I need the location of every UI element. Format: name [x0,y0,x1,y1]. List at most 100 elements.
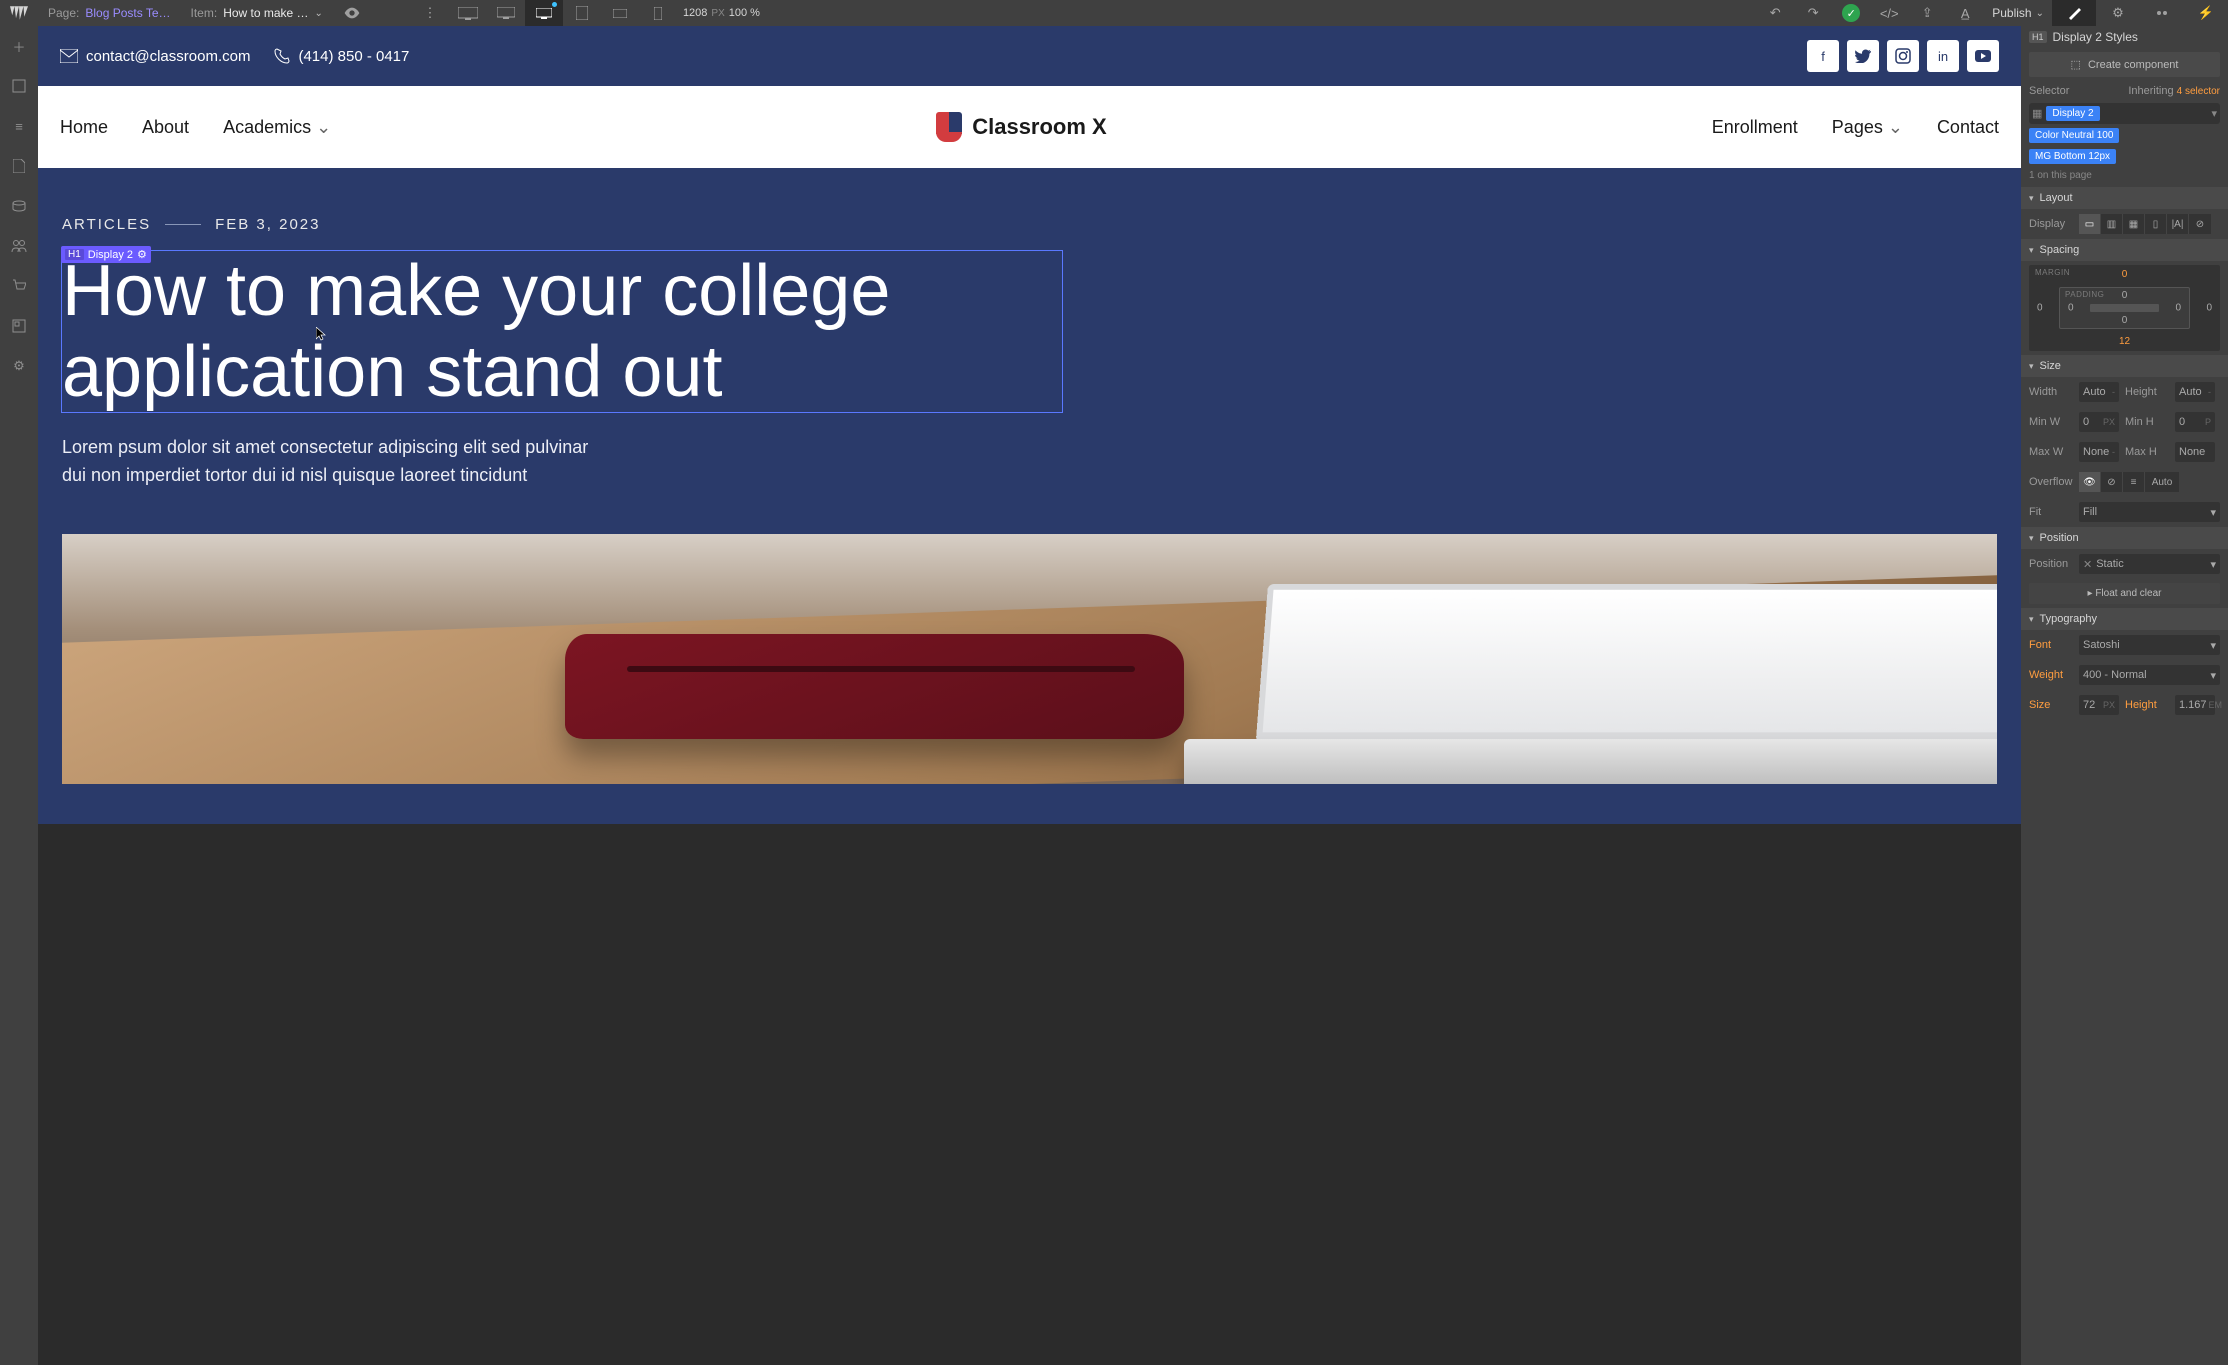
zoom-level[interactable]: 100 % [729,7,760,19]
class-selector-input[interactable]: ▦ Display 2 ▾ [2029,103,2220,124]
padding-right[interactable]: 0 [2175,303,2181,314]
share-icon[interactable]: ⇪ [1908,0,1946,26]
section-spacing[interactable]: Spacing [2021,239,2228,261]
chevron-down-icon[interactable]: ▾ [2211,107,2217,120]
display-inlineblock-icon[interactable]: ▯ [2145,214,2167,234]
youtube-icon[interactable] [1967,40,1999,72]
float-clear-toggle[interactable]: ▸ Float and clear [2029,583,2220,604]
font-size-input[interactable]: 72PX [2079,695,2119,715]
class-chip-extra[interactable]: MG Bottom 12px [2029,149,2116,164]
nav-link-enrollment[interactable]: Enrollment [1712,117,1798,138]
breakpoint-mobile-icon[interactable] [639,0,677,26]
redo-icon[interactable]: ↷ [1794,0,1832,26]
viewport-width[interactable]: 1208 [683,7,707,19]
instagram-icon[interactable] [1887,40,1919,72]
breakpoint-base-icon[interactable] [525,0,563,26]
interactions-tab-icon[interactable] [2140,0,2184,26]
twitter-icon[interactable] [1847,40,1879,72]
canvas[interactable]: contact@classroom.com (414) 850 - 0417 f… [38,26,2021,1365]
code-export-icon[interactable]: </> [1870,0,1908,26]
fit-select[interactable]: Fill▾ [2079,502,2220,522]
overflow-hidden-icon[interactable]: ⊘ [2101,472,2123,492]
display-flex-icon[interactable]: ▥ [2101,214,2123,234]
section-layout[interactable]: Layout [2021,187,2228,209]
settings-tab-icon[interactable]: ⚙ [2096,0,2140,26]
publish-button[interactable]: Publish ⌄ [1984,6,2052,20]
facebook-icon[interactable]: f [1807,40,1839,72]
margin-left[interactable]: 0 [2037,303,2043,314]
breakpoint-xl-icon[interactable] [449,0,487,26]
section-size[interactable]: Size [2021,355,2228,377]
symbols-icon[interactable] [0,66,38,106]
audit-icon[interactable]: A̲ [1946,0,1984,26]
display-inline-icon[interactable]: |A| [2167,214,2189,234]
weight-select[interactable]: 400 - Normal▾ [2079,665,2220,685]
spacing-diagram[interactable]: MARGIN 0 0 12 0 PADDING 0 0 0 0 [2029,265,2220,351]
padding-left[interactable]: 0 [2068,303,2074,314]
ecommerce-icon[interactable] [0,266,38,306]
overflow-visible-icon[interactable]: 👁 [2079,472,2101,492]
class-chip-extra[interactable]: Color Neutral 100 [2029,128,2119,143]
display-none-icon[interactable]: ⊘ [2189,214,2211,234]
maxh-input[interactable]: None [2175,442,2215,462]
section-typography[interactable]: Typography [2021,608,2228,630]
margin-top[interactable]: 0 [2122,269,2128,280]
nav-dropdown-pages[interactable]: Pages [1832,117,1903,138]
project-settings-icon[interactable]: ⚙ [0,346,38,386]
selector-state-icon[interactable]: ▦ [2032,107,2042,120]
selection-tag[interactable]: H1 Display 2 ⚙ [61,246,151,263]
position-select[interactable]: ✕ Static▾ [2079,554,2220,574]
effects-tab-icon[interactable]: ⚡ [2184,0,2228,26]
undo-icon[interactable]: ↶ [1756,0,1794,26]
item-name-dropdown[interactable]: How to make … [223,6,308,20]
hero-image[interactable] [62,534,1997,784]
webflow-logo[interactable] [0,0,38,26]
display-block-icon[interactable]: ▭ [2079,214,2101,234]
breakpoint-lg-icon[interactable] [487,0,525,26]
nav-link-home[interactable]: Home [60,117,108,138]
hero-subtitle-line1[interactable]: Lorem psum dolor sit amet consectetur ad… [62,437,588,457]
minw-input[interactable]: 0PX [2079,412,2119,432]
hero-category[interactable]: ARTICLES [62,216,151,233]
brand-logo[interactable]: Classroom X [936,112,1107,142]
minh-input[interactable]: 0P [2175,412,2215,432]
overflow-auto-button[interactable]: Auto [2145,472,2179,492]
add-element-icon[interactable]: ＋ [0,26,38,66]
nav-link-about[interactable]: About [142,117,189,138]
display-grid-icon[interactable]: ▦ [2123,214,2145,234]
status-ok-icon[interactable]: ✓ [1832,0,1870,26]
assets-icon[interactable] [0,306,38,346]
style-tab-icon[interactable] [2052,0,2096,26]
linkedin-icon[interactable]: in [1927,40,1959,72]
nav-dropdown-academics[interactable]: Academics [223,117,331,138]
breakpoint-mobile-landscape-icon[interactable] [601,0,639,26]
overflow-scroll-icon[interactable]: ≡ [2123,472,2145,492]
font-select[interactable]: Satoshi▾ [2079,635,2220,655]
kebab-menu-icon[interactable] [411,0,449,26]
breakpoint-tablet-icon[interactable] [563,0,601,26]
width-input[interactable]: Auto- [2079,382,2119,402]
margin-right[interactable]: 0 [2206,303,2212,314]
height-input[interactable]: Auto- [2175,382,2215,402]
gear-icon[interactable]: ⚙ [137,248,147,261]
margin-bottom[interactable]: 12 [2119,336,2130,347]
maxw-input[interactable]: None- [2079,442,2119,462]
padding-top[interactable]: 0 [2122,290,2128,301]
hero-title[interactable]: How to make your college application sta… [62,251,1062,412]
padding-bottom[interactable]: 0 [2122,315,2128,326]
class-chip-primary[interactable]: Display 2 [2046,106,2099,121]
contact-phone[interactable]: (414) 850 - 0417 [274,48,409,65]
users-icon[interactable] [0,226,38,266]
cms-icon[interactable] [0,186,38,226]
section-position[interactable]: Position [2021,527,2228,549]
pages-icon[interactable] [0,146,38,186]
page-name-dropdown[interactable]: Blog Posts Te… [85,6,170,20]
chevron-down-icon[interactable]: ⌄ [315,8,323,19]
navigator-icon[interactable]: ≡ [0,106,38,146]
nav-link-contact[interactable]: Contact [1937,117,1999,138]
on-page-count[interactable]: 1 on this page [2021,168,2228,187]
hero-subtitle-line2[interactable]: dui non imperdiet tortor dui id nisl qui… [62,465,527,485]
contact-email[interactable]: contact@classroom.com [60,48,250,65]
preview-eye-icon[interactable] [333,0,371,26]
line-height-input[interactable]: 1.167EM [2175,695,2215,715]
